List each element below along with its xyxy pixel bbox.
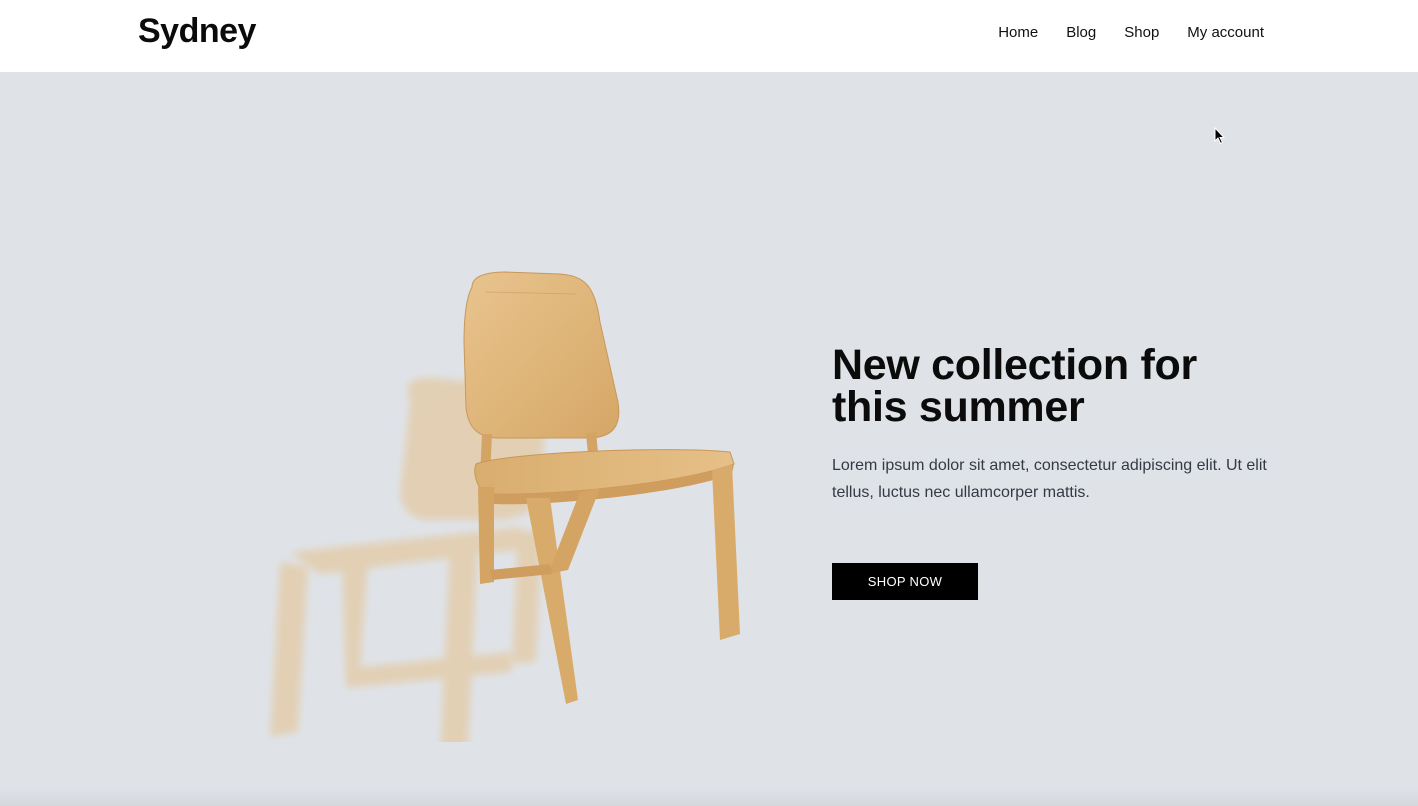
mouse-cursor-icon	[1214, 127, 1226, 145]
hero-title: New collection for this summer	[832, 341, 1197, 431]
site-header: Sydney Home Blog Shop My account	[0, 0, 1418, 72]
hero-bottom-edge	[0, 788, 1418, 806]
nav-item-shop[interactable]: Shop	[1124, 24, 1159, 42]
shop-now-button[interactable]: SHOP NOW	[832, 563, 978, 600]
hero-section: New collection for this summer Lorem ips…	[0, 72, 1418, 806]
hero-content: New collection for this summer Lorem ips…	[832, 341, 1272, 600]
main-nav: Home Blog Shop My account	[998, 24, 1264, 42]
nav-item-home[interactable]: Home	[998, 24, 1038, 42]
main-chair	[463, 271, 740, 704]
site-logo[interactable]: Sydney	[138, 12, 256, 51]
hero-description: Lorem ipsum dolor sit amet, consectetur …	[832, 457, 1267, 501]
chair-image	[270, 271, 740, 742]
nav-item-blog[interactable]: Blog	[1066, 24, 1096, 42]
nav-item-my-account[interactable]: My account	[1187, 24, 1264, 42]
